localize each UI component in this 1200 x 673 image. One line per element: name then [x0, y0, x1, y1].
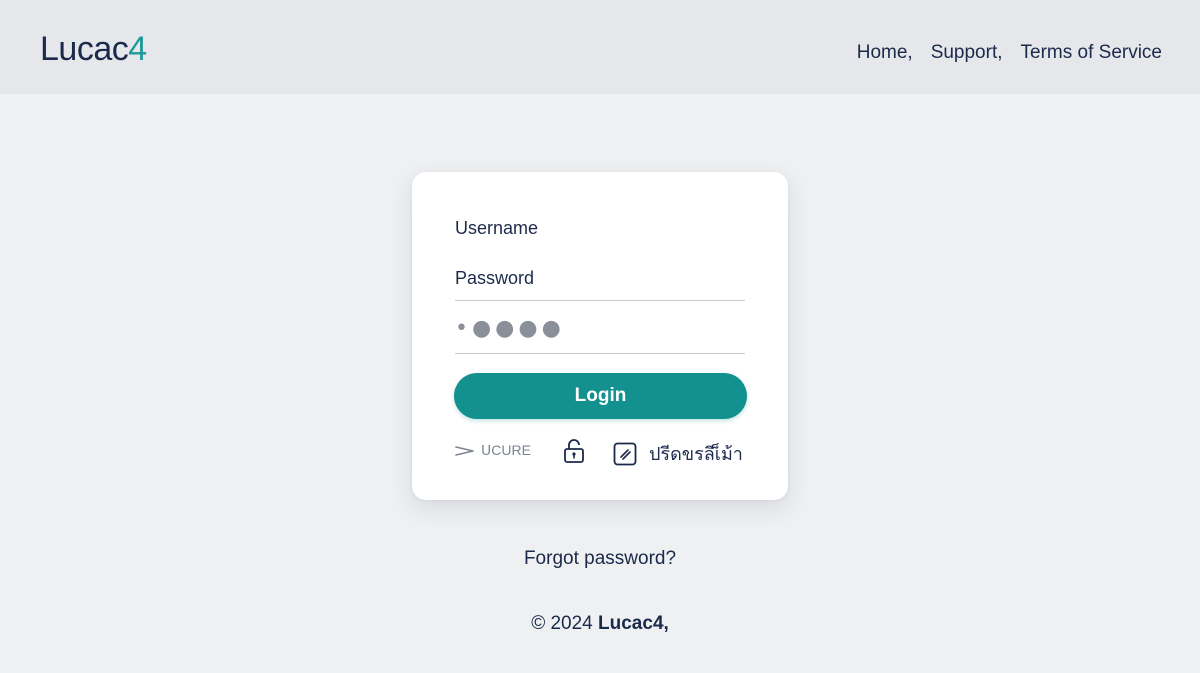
nav-terms-of-service[interactable]: Terms of Service [1021, 42, 1162, 64]
logo-text: Lucac [40, 30, 129, 68]
lock-icon[interactable] [563, 438, 585, 464]
login-button[interactable]: Login [454, 373, 747, 419]
remember-option[interactable]: ปรีดขรลีเ็ม้า [613, 439, 743, 468]
password-label: Password [455, 268, 535, 288]
top-bar: Lucac4 Home, Support, Terms of Service [0, 0, 1200, 94]
top-nav: Home, Support, Terms of Service [857, 42, 1162, 64]
password-field[interactable] [455, 314, 745, 342]
option-label: ปรีดขรลีเ็ม้า [649, 444, 743, 465]
forgot-password-link[interactable]: Forgot password? [0, 548, 1200, 570]
copyright-brand: Lucac4, [598, 613, 669, 634]
username-underline [455, 300, 745, 301]
login-options: ᑌCURE ปรีดขรลีเ็ม้า [455, 438, 750, 465]
logo-accent: 4 [128, 30, 147, 68]
arrow-icon [455, 445, 474, 456]
login-card: Username Password Login ᑌCURE ปรีดขรลีเ็… [412, 172, 788, 500]
secure-text: ᑌCURE [481, 442, 531, 458]
nav-support[interactable]: Support, [931, 42, 1003, 64]
copyright: © 2024 Lucac4, [0, 613, 1200, 635]
secure-indicator: ᑌCURE [455, 442, 531, 459]
password-underline [455, 353, 745, 354]
username-label[interactable]: Username [455, 218, 538, 239]
checkbox-icon[interactable] [613, 442, 637, 466]
nav-home[interactable]: Home, [857, 42, 913, 64]
brand-logo[interactable]: Lucac4 [40, 30, 147, 69]
copyright-prefix: © 2024 [531, 613, 599, 634]
